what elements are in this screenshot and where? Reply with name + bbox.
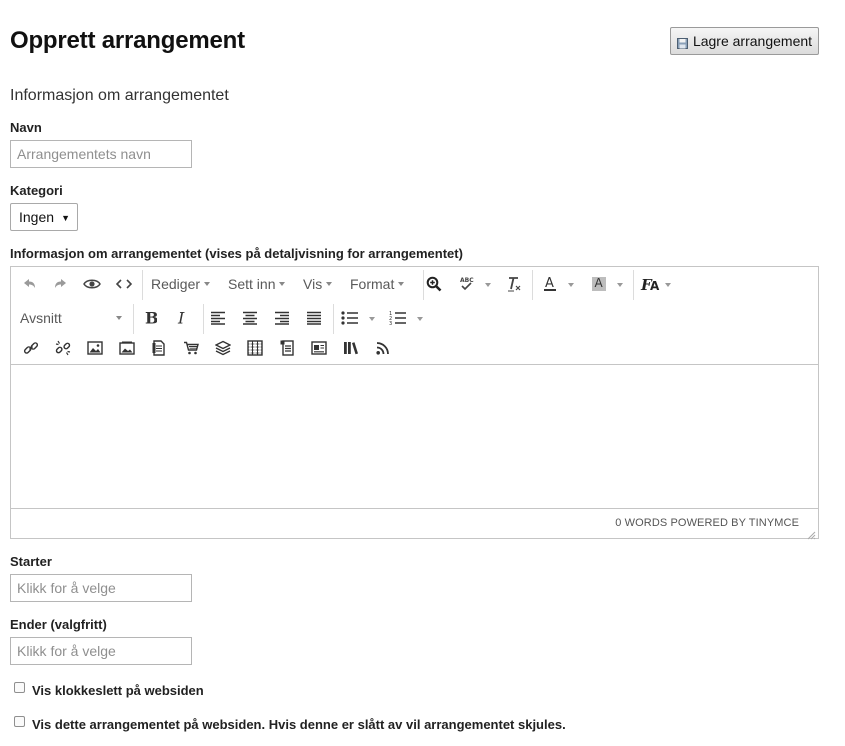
table-grid-icon[interactable] — [242, 334, 268, 362]
rss-icon[interactable] — [370, 334, 396, 362]
numbered-list-dropdown-icon[interactable] — [417, 317, 423, 321]
description-label: Informasjon om arrangementet (vises på d… — [10, 246, 463, 261]
image-icon[interactable] — [82, 334, 108, 362]
editor-content-area[interactable] — [11, 364, 818, 509]
spellcheck-dropdown-icon[interactable] — [485, 283, 491, 287]
select-arrow-icon: ▼ — [61, 213, 70, 223]
align-center-icon[interactable] — [237, 304, 263, 332]
end-date-input[interactable] — [10, 637, 192, 665]
start-label: Starter — [10, 554, 52, 569]
toolbar-row-2: Avsnitt B I 1 2 3 — [11, 304, 818, 336]
save-button-label: Lagre arrangement — [692, 33, 813, 49]
save-event-button[interactable]: Lagre arrangement — [670, 27, 819, 55]
svg-text:B: B — [145, 310, 157, 326]
start-date-input[interactable] — [10, 574, 192, 602]
menu-vis[interactable]: Vis — [303, 270, 333, 298]
show-event-checkbox[interactable] — [14, 716, 25, 727]
text-color-icon[interactable]: A — [537, 270, 563, 298]
show-event-label: Vis dette arrangementet på websiden. Hvi… — [32, 717, 566, 732]
rich-text-editor: Rediger Sett inn Vis Format ABC A A F A … — [10, 266, 819, 540]
zoom-icon[interactable] — [421, 270, 447, 298]
numbered-list-icon[interactable]: 123 — [385, 304, 411, 332]
section-title: Informasjon om arrangementet — [10, 87, 229, 104]
svg-text:ABC: ABC — [460, 277, 474, 284]
svg-text:A: A — [545, 276, 554, 291]
svg-text:A: A — [595, 276, 604, 290]
bullet-list-dropdown-icon[interactable] — [369, 317, 375, 321]
name-input[interactable] — [10, 140, 192, 168]
toolbar-row-3 — [11, 334, 818, 366]
floppy-disk-icon — [676, 36, 688, 49]
menu-sett-inn[interactable]: Sett inn — [228, 270, 286, 298]
toolbar-row-1: Rediger Sett inn Vis Format ABC A A F A — [11, 270, 818, 302]
layers-icon[interactable] — [210, 334, 236, 362]
show-event-row: Vis dette arrangementet på websiden. Hvi… — [14, 716, 566, 732]
document-icon[interactable] — [146, 334, 172, 362]
category-select[interactable]: Ingen ▼ — [10, 203, 78, 231]
clear-format-icon[interactable] — [501, 270, 527, 298]
news-icon[interactable] — [306, 334, 332, 362]
background-color-icon[interactable]: A — [586, 270, 612, 298]
editor-statusbar: 0 WORDS POWERED BY TINYMCE — [11, 508, 818, 540]
font-size-dropdown-icon[interactable] — [665, 283, 671, 287]
word-count-status: 0 WORDS POWERED BY TINYMCE — [615, 517, 799, 529]
page-title: Opprett arrangement — [10, 27, 245, 54]
preview-icon[interactable] — [79, 270, 105, 298]
editor-toolbar: Rediger Sett inn Vis Format ABC A A F A … — [11, 267, 818, 365]
link-icon[interactable] — [18, 334, 44, 362]
library-icon[interactable] — [338, 334, 364, 362]
text-color-dropdown-icon[interactable] — [568, 283, 574, 287]
end-label: Ender (valgfritt) — [10, 617, 107, 632]
gallery-icon[interactable] — [114, 334, 140, 362]
shop-icon[interactable] — [178, 334, 204, 362]
background-color-dropdown-icon[interactable] — [617, 283, 623, 287]
bullet-list-icon[interactable] — [337, 304, 363, 332]
redo-icon[interactable] — [47, 270, 73, 298]
font-size-icon[interactable]: FA — [637, 270, 665, 298]
name-label: Navn — [10, 120, 42, 135]
align-left-icon[interactable] — [205, 304, 231, 332]
category-selected-value: Ingen — [19, 209, 55, 225]
show-time-checkbox[interactable] — [14, 682, 25, 693]
bold-icon[interactable]: B — [137, 304, 163, 332]
show-time-label: Vis klokkeslett på websiden — [32, 683, 204, 698]
unlink-icon[interactable] — [50, 334, 76, 362]
svg-text:A: A — [650, 279, 660, 292]
category-label: Kategori — [10, 183, 63, 198]
italic-icon[interactable]: I — [169, 304, 195, 332]
undo-icon[interactable] — [17, 270, 43, 298]
justify-icon[interactable] — [301, 304, 327, 332]
svg-text:I: I — [177, 310, 185, 326]
menu-format[interactable]: Format — [350, 270, 405, 298]
code-icon[interactable] — [111, 270, 137, 298]
align-right-icon[interactable] — [269, 304, 295, 332]
resize-handle-icon[interactable] — [807, 527, 816, 540]
svg-text:3: 3 — [389, 321, 392, 326]
block-format-select[interactable]: Avsnitt — [20, 304, 125, 332]
menu-rediger[interactable]: Rediger — [151, 270, 211, 298]
spellcheck-icon[interactable]: ABC — [453, 270, 479, 298]
page-icon[interactable] — [274, 334, 300, 362]
show-time-row: Vis klokkeslett på websiden — [14, 682, 204, 698]
